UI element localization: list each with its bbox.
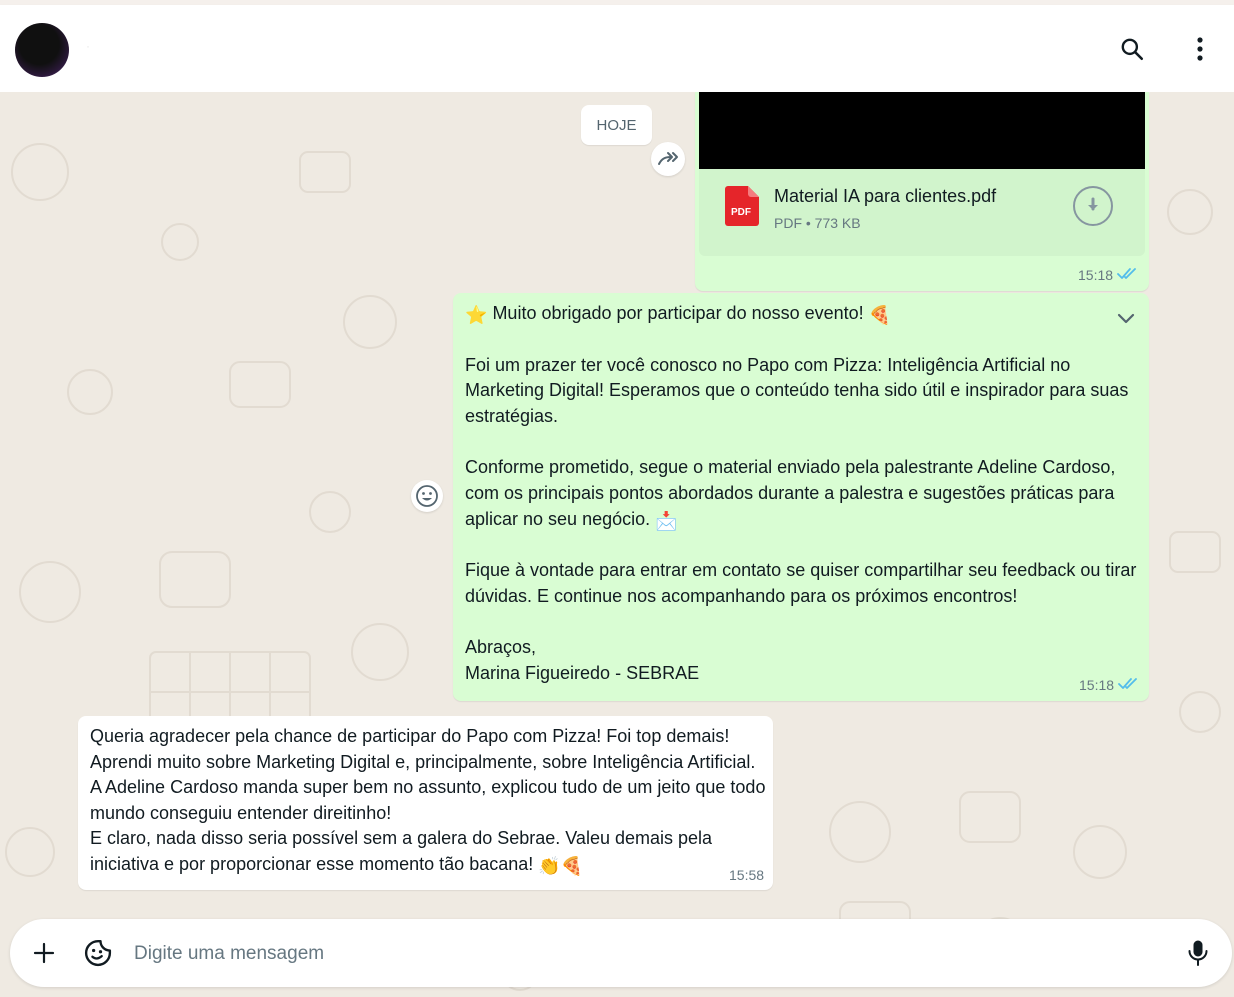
clap-pizza-emoji: 👏🍕 (538, 855, 584, 876)
forward-icon[interactable] (651, 142, 685, 176)
plus-icon[interactable] (28, 937, 60, 969)
incoming-message[interactable]: Queria agradecer pela chance de particip… (78, 716, 773, 890)
menu-dots-icon[interactable] (1184, 33, 1216, 65)
document-file-name[interactable]: Material IA para clientes.pdf (774, 186, 996, 207)
message-paragraph: Foi um prazer ter você conosco no Papo c… (465, 354, 1129, 426)
incoming-time: 15:58 (729, 867, 765, 883)
outgoing-message-text: ⭐ Muito obrigado por participar do nosso… (465, 301, 1141, 687)
contact-name[interactable]: · (86, 39, 126, 53)
pizza-emoji: 🍕 (868, 305, 892, 325)
message-time: 15:18 (1078, 267, 1137, 283)
document-preview[interactable] (699, 92, 1145, 169)
emoji-reaction-icon[interactable] (411, 480, 443, 512)
incoming-message-text: Queria agradecer pela chance de particip… (90, 724, 766, 878)
star-emoji: ⭐ (465, 305, 488, 325)
search-icon[interactable] (1116, 33, 1148, 65)
message-paragraph: Marina Figueiredo - SEBRAE (465, 662, 700, 683)
date-separator: HOJE (581, 105, 652, 145)
sticker-icon[interactable] (82, 937, 114, 969)
compose-bar (10, 919, 1232, 987)
outgoing-time: 15:18 (1079, 677, 1115, 693)
pdf-file-icon: PDF (725, 186, 759, 226)
chat-area[interactable]: HOJE PDF Material IA para clientes.pdf P… (0, 92, 1234, 997)
chat-header: · (0, 5, 1234, 92)
contact-avatar[interactable] (15, 23, 69, 77)
document-message[interactable]: PDF Material IA para clientes.pdf PDF • … (695, 92, 1149, 291)
message-paragraph: Abraços, (465, 637, 537, 658)
message-paragraph: Muito obrigado por participar do nosso e… (492, 303, 864, 323)
double-check-icon (1117, 267, 1137, 283)
pdf-badge-label: PDF (731, 207, 751, 218)
outgoing-message[interactable]: ⭐ Muito obrigado por participar do nosso… (453, 293, 1149, 701)
message-input[interactable] (132, 933, 1176, 975)
message-paragraph: Queria agradecer pela chance de particip… (90, 726, 766, 823)
document-meta: PDF • 773 KB (774, 215, 861, 231)
microphone-icon[interactable] (1182, 937, 1214, 969)
message-time: 15:18 (1079, 677, 1138, 693)
download-icon[interactable] (1073, 186, 1113, 226)
message-paragraph: Fique à vontade para entrar em contato s… (465, 560, 1137, 606)
document-time: 15:18 (1078, 267, 1114, 283)
double-check-icon (1118, 677, 1138, 693)
document-card[interactable]: PDF Material IA para clientes.pdf PDF • … (699, 169, 1145, 256)
message-paragraph: E claro, nada disso seria possível sem a… (90, 828, 713, 874)
envelope-emoji: 📩 (655, 510, 678, 531)
message-paragraph: Conforme prometido, segue o material env… (465, 457, 1116, 529)
